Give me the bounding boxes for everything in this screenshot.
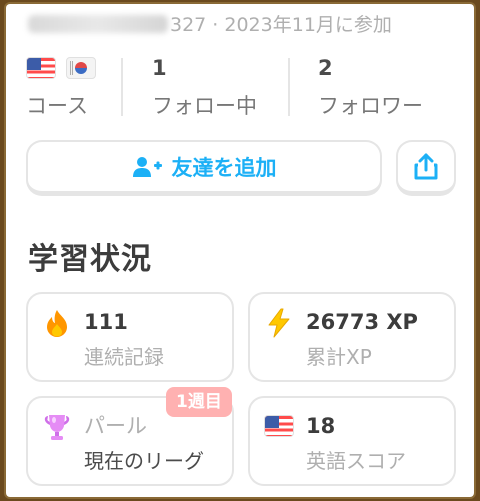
us-flag-icon [264, 415, 294, 437]
followers-label: フォロワー [318, 94, 423, 118]
join-date-text: 327 · 2023年11月に参加 [170, 14, 392, 36]
score-card[interactable]: 18 英語スコア [248, 396, 456, 486]
streak-card[interactable]: 111 連続記録 [26, 292, 234, 382]
streak-label: 連続記録 [84, 345, 164, 369]
followers-count: 2 [318, 56, 333, 80]
flame-icon [47, 310, 67, 337]
course-flags [26, 54, 96, 82]
us-flag-icon [26, 57, 56, 79]
profile-stats: コース 1 フォロー中 2 フォロワー [6, 54, 474, 124]
add-user-icon [132, 156, 162, 177]
section-title: 学習状況 [28, 242, 152, 277]
lightning-icon [268, 308, 290, 338]
courses-label: コース [26, 94, 88, 118]
username-join-info: 327 · 2023年11月に参加 [28, 10, 392, 37]
pearl-trophy-icon [44, 415, 70, 440]
following-label: フォロー中 [152, 94, 257, 118]
following-stat[interactable]: 1 フォロー中 [152, 54, 257, 124]
share-button[interactable] [396, 140, 456, 196]
followers-stat[interactable]: 2 フォロワー [318, 54, 423, 124]
divider [288, 58, 290, 116]
share-icon [414, 153, 438, 179]
score-value: 18 [306, 414, 336, 438]
add-friend-label: 友達を追加 [171, 155, 277, 180]
add-friend-button[interactable]: 友達を追加 [26, 140, 382, 196]
korea-flag-icon [66, 57, 96, 79]
xp-card[interactable]: 26773 XP 累計XP [248, 292, 456, 382]
streak-value: 111 [84, 310, 128, 334]
profile-panel: 327 · 2023年11月に参加 コース 1 フォロー中 2 フォロワー 友達… [6, 4, 474, 497]
following-count: 1 [152, 56, 167, 80]
league-label: 現在のリーグ [84, 449, 204, 473]
xp-label: 累計XP [306, 345, 372, 369]
xp-value: 26773 XP [306, 310, 418, 334]
league-week-badge: 1週目 [166, 387, 232, 417]
courses-stat[interactable]: コース [26, 54, 96, 124]
divider [121, 58, 123, 116]
blurred-username [28, 15, 168, 33]
score-label: 英語スコア [306, 449, 406, 473]
score-flag-wrap [264, 415, 294, 445]
league-name: パール [84, 414, 147, 438]
